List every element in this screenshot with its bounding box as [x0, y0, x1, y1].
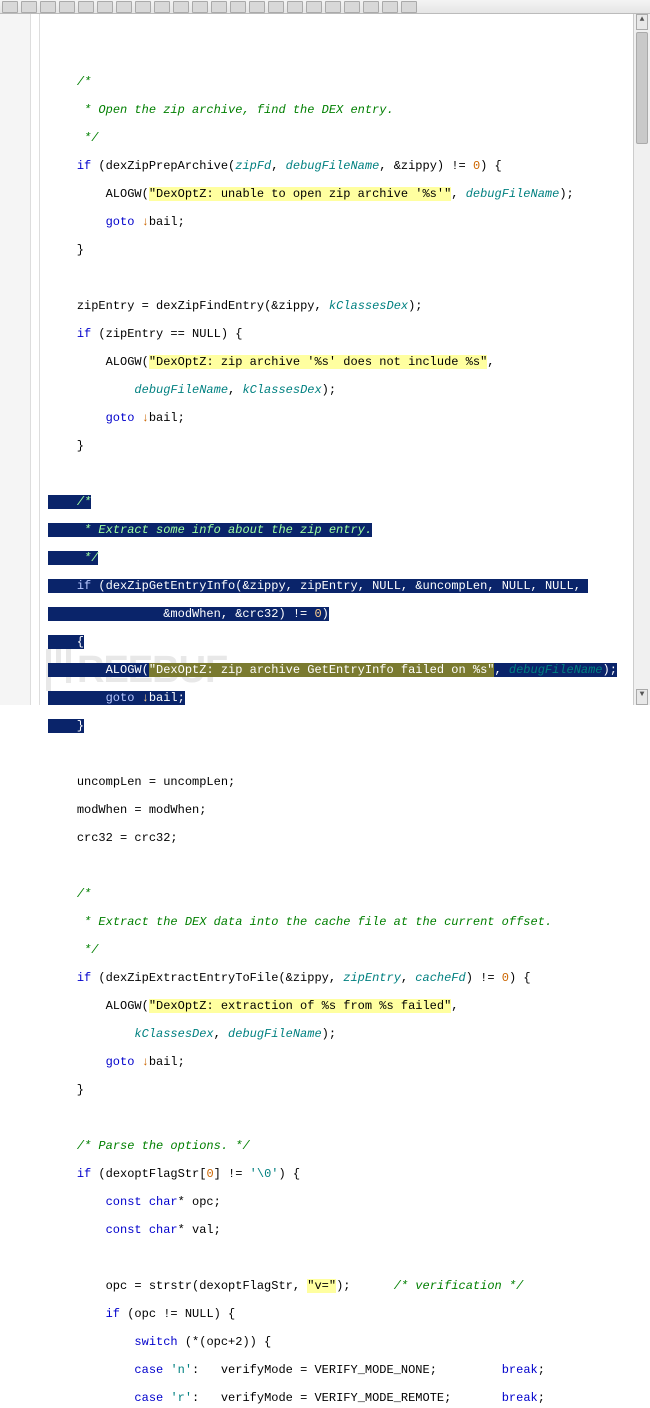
selection: /*	[48, 495, 91, 509]
gutter	[0, 14, 31, 705]
toolbar-button[interactable]	[97, 1, 113, 13]
toolbar	[0, 0, 650, 14]
scroll-down-icon[interactable]: ▼	[636, 689, 648, 705]
toolbar-button[interactable]	[135, 1, 151, 13]
toolbar-button[interactable]	[325, 1, 341, 13]
toolbar-button[interactable]	[230, 1, 246, 13]
toolbar-button[interactable]	[401, 1, 417, 13]
toolbar-button[interactable]	[173, 1, 189, 13]
scrollbar-vertical[interactable]: ▲ ▼	[633, 14, 650, 705]
code-content: /* * Open the zip archive, find the DEX …	[48, 61, 633, 1408]
scroll-up-icon[interactable]: ▲	[636, 14, 648, 30]
code-view[interactable]: REEBUF /* * Open the zip archive, find t…	[40, 14, 633, 705]
toolbar-button[interactable]	[40, 1, 56, 13]
toolbar-button[interactable]	[2, 1, 18, 13]
toolbar-button[interactable]	[287, 1, 303, 13]
toolbar-button[interactable]	[382, 1, 398, 13]
toolbar-button[interactable]	[249, 1, 265, 13]
toolbar-button[interactable]	[306, 1, 322, 13]
toolbar-button[interactable]	[21, 1, 37, 13]
toolbar-button[interactable]	[154, 1, 170, 13]
toolbar-button[interactable]	[268, 1, 284, 13]
toolbar-button[interactable]	[192, 1, 208, 13]
toolbar-button[interactable]	[211, 1, 227, 13]
editor-area: REEBUF /* * Open the zip archive, find t…	[0, 14, 650, 705]
toolbar-button[interactable]	[59, 1, 75, 13]
toolbar-button[interactable]	[344, 1, 360, 13]
scroll-thumb[interactable]	[636, 32, 648, 144]
fold-strip	[31, 14, 40, 705]
toolbar-button[interactable]	[78, 1, 94, 13]
toolbar-button[interactable]	[116, 1, 132, 13]
toolbar-button[interactable]	[363, 1, 379, 13]
